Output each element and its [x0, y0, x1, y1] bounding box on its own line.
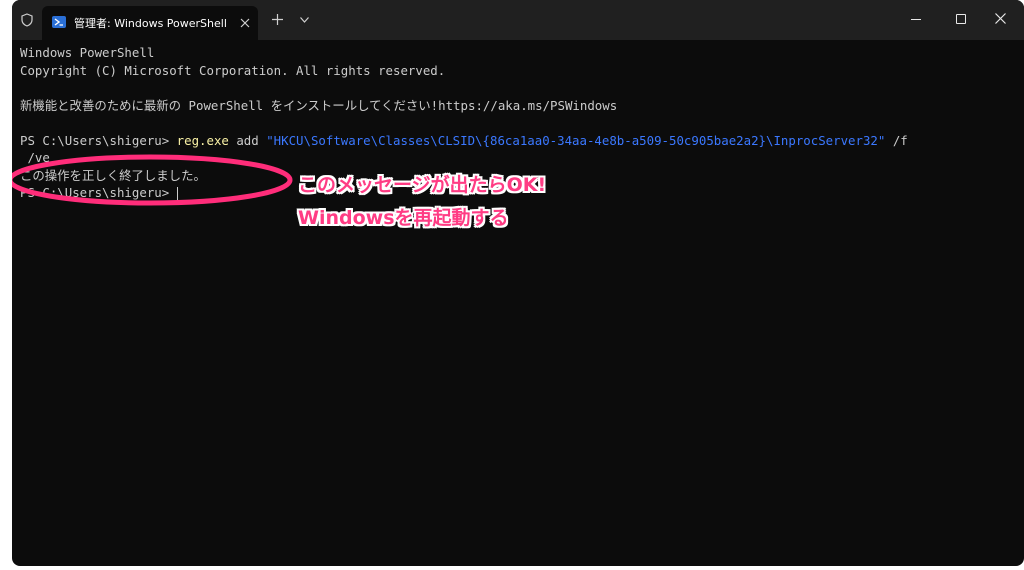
registry-path: "HKCU\Software\Classes\CLSID\{86ca1aa0-3…: [266, 132, 886, 148]
terminal-output[interactable]: Windows PowerShell Copyright (C) Microso…: [20, 44, 1024, 566]
command-arg: add: [228, 132, 267, 148]
tab-powershell[interactable]: 管理者: Windows PowerShell: [42, 6, 258, 40]
command-line: PS C:\Users\shigeru> reg.exe add "HKCU\S…: [20, 132, 1024, 150]
annotation-line-1: このメッセージが出たらOK!: [298, 174, 547, 196]
highlight-ellipse: [12, 154, 293, 206]
output-line: Copyright (C) Microsoft Corporation. All…: [20, 62, 446, 78]
new-tab-icon[interactable]: [272, 14, 283, 25]
shield-icon: [21, 13, 33, 27]
output-line: Windows PowerShell: [20, 45, 155, 60]
annotation-line-2: Windowsを再起動する: [298, 207, 509, 229]
output-line: 新機能と改善のために最新の PowerShell をインストールしてください!h…: [20, 97, 618, 113]
maximize-button[interactable]: [956, 14, 966, 24]
powershell-icon: [52, 16, 66, 28]
close-window-button[interactable]: [995, 13, 1006, 24]
minimize-button[interactable]: [911, 19, 921, 20]
command-name: reg.exe: [176, 132, 229, 148]
prompt: PS C:\Users\shigeru>: [20, 132, 177, 148]
close-tab-icon[interactable]: [240, 18, 250, 28]
chevron-down-icon[interactable]: [300, 17, 309, 23]
tab-title: 管理者: Windows PowerShell: [74, 17, 227, 30]
terminal-window: 管理者: Windows PowerShell Windows PowerShe…: [12, 0, 1024, 566]
title-bar: 管理者: Windows PowerShell: [12, 0, 1024, 40]
command-flag: /f: [885, 132, 908, 148]
